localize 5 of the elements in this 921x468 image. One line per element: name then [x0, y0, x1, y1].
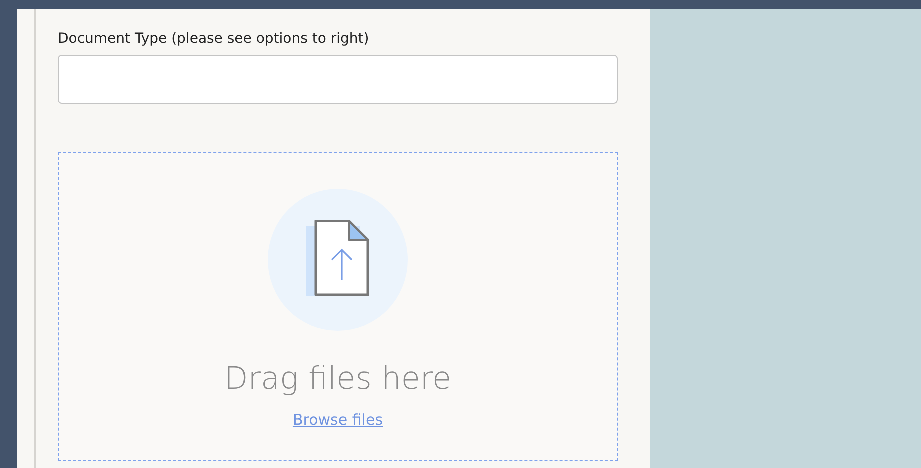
input-field[interactable]: [58, 55, 618, 104]
dropzone-prompt: Drag files here: [224, 361, 452, 397]
field-label: Document Type (please see options to right): [58, 31, 370, 49]
browse-files-link[interactable]: Browse files: [292, 411, 384, 429]
dropzone[interactable]: Drag files here Browse files: [58, 152, 618, 461]
